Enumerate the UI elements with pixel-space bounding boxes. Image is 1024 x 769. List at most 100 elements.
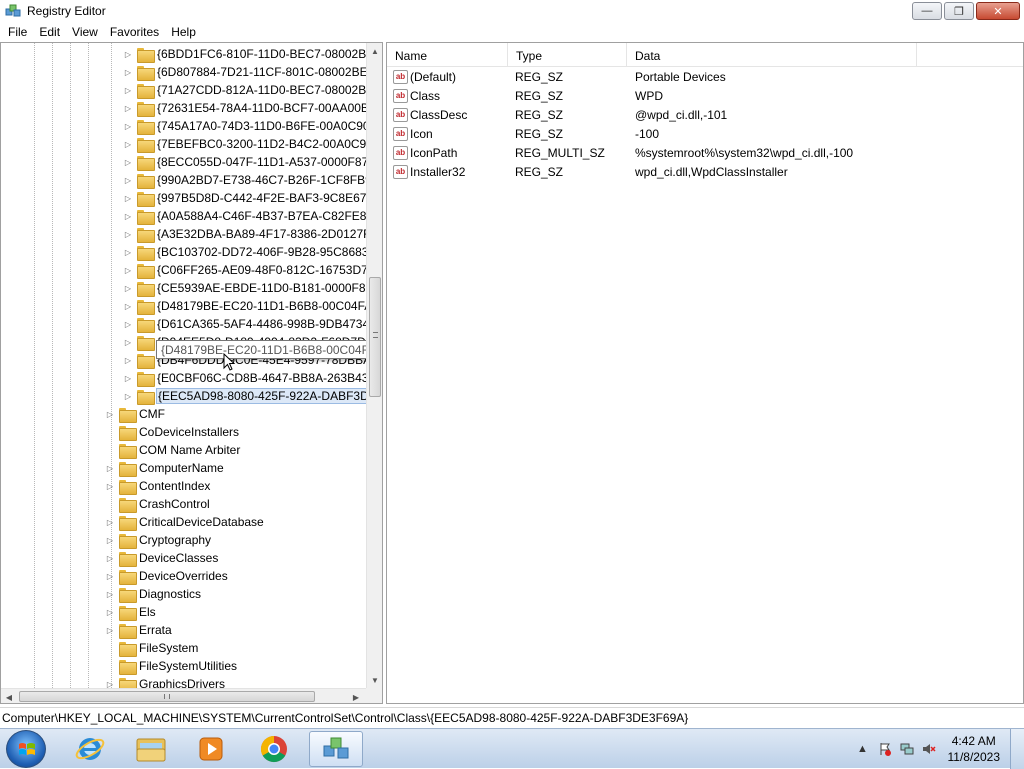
tree-item[interactable]: ▷CriticalDeviceDatabase [105, 513, 265, 531]
tree-item[interactable]: ▷Cryptography [105, 531, 212, 549]
tree-item[interactable]: ▷{BC103702-DD72-406F-9B28-95C868337 [123, 243, 366, 261]
tree-item[interactable]: ▷{A0A588A4-C46F-4B37-B7EA-C82FE898 [123, 207, 366, 225]
column-header-name[interactable]: Name [387, 43, 508, 67]
expand-arrow-icon[interactable]: ▷ [123, 63, 133, 81]
registry-tree-pane[interactable]: ▷{6BDD1FC6-810F-11D0-BEC7-08002BE2▷{6D80… [0, 42, 383, 704]
expand-arrow-icon[interactable]: ▷ [105, 549, 115, 567]
taskbar-media-player[interactable] [184, 731, 238, 767]
expand-arrow-icon[interactable]: ▷ [123, 207, 133, 225]
expand-arrow-icon[interactable]: ▷ [123, 153, 133, 171]
expand-arrow-icon[interactable]: ▷ [105, 603, 115, 621]
tree-item[interactable]: ▷{745A17A0-74D3-11D0-B6FE-00A0C90F [123, 117, 366, 135]
tree-item[interactable]: ▷{6D807884-7D21-11CF-801C-08002BE1( [123, 63, 366, 81]
scroll-left-icon[interactable]: ◀ [1, 689, 17, 704]
tree-item[interactable]: ▷{8ECC055D-047F-11D1-A537-0000F8753 [123, 153, 366, 171]
tree-item[interactable]: ▷Diagnostics [105, 585, 202, 603]
maximize-button[interactable]: ❐ [944, 2, 974, 20]
tree-item[interactable]: ▷DeviceOverrides [105, 567, 229, 585]
tree-vertical-scroll-thumb[interactable] [369, 277, 381, 397]
expand-arrow-icon[interactable]: ▷ [123, 45, 133, 63]
tree-item[interactable]: CrashControl [105, 495, 211, 513]
expand-arrow-icon[interactable]: ▷ [105, 567, 115, 585]
tree-item[interactable]: ▷{990A2BD7-E738-46C7-B26F-1CF8FB9F [123, 171, 366, 189]
expand-arrow-icon[interactable]: ▷ [123, 243, 133, 261]
tree-item[interactable]: ▷CMF [105, 405, 166, 423]
column-header-data[interactable]: Data [627, 43, 917, 67]
expand-arrow-icon[interactable]: ▷ [123, 135, 133, 153]
registry-value-row[interactable]: abIconREG_SZ-100 [387, 125, 1024, 144]
expand-arrow-icon[interactable]: ▷ [123, 225, 133, 243]
tree-item[interactable]: ▷GraphicsDrivers [105, 675, 226, 688]
expand-arrow-icon[interactable]: ▷ [105, 459, 115, 477]
tree-horizontal-scrollbar[interactable]: ◀ ▶ [1, 688, 366, 704]
registry-value-row[interactable]: abClassREG_SZWPD [387, 87, 1024, 106]
expand-arrow-icon[interactable]: ▷ [123, 369, 133, 387]
expand-arrow-icon[interactable]: ▷ [105, 675, 115, 688]
expand-arrow-icon[interactable]: ▷ [105, 531, 115, 549]
tree-item[interactable]: ▷{EEC5AD98-8080-425F-922A-DABF3DE3 [123, 387, 366, 405]
tree-item[interactable]: ▷DeviceClasses [105, 549, 219, 567]
tree-item[interactable]: ▷{71A27CDD-812A-11D0-BEC7-08002BE2 [123, 81, 366, 99]
tree-item[interactable]: ▷ContentIndex [105, 477, 211, 495]
tree-item[interactable]: ▷{CE5939AE-EBDE-11D0-B181-0000F8753 [123, 279, 366, 297]
tree-item[interactable]: ▷Errata [105, 621, 173, 639]
expand-arrow-icon[interactable]: ▷ [123, 387, 133, 405]
tree-item[interactable]: FileSystem [105, 639, 199, 657]
taskbar-windows-explorer[interactable] [124, 731, 178, 767]
tree-vertical-scrollbar[interactable]: ▲ ▼ [366, 43, 382, 688]
close-button[interactable]: ✕ [976, 2, 1020, 20]
taskbar-internet-explorer[interactable] [63, 731, 117, 767]
taskbar-registry-editor[interactable] [309, 731, 363, 767]
column-header-type[interactable]: Type [508, 43, 627, 67]
taskbar-chrome[interactable] [247, 731, 301, 767]
registry-value-row[interactable]: abClassDescREG_SZ@wpd_ci.dll,-101 [387, 106, 1024, 125]
expand-arrow-icon[interactable]: ▷ [123, 81, 133, 99]
tree-item[interactable]: ▷{D48179BE-EC20-11D1-B6B8-00C04FA [123, 297, 366, 315]
volume-icon[interactable] [921, 741, 937, 757]
registry-value-row[interactable]: ab(Default)REG_SZPortable Devices [387, 68, 1024, 87]
values-list-pane[interactable]: Name Type Data ab(Default)REG_SZPortable… [386, 42, 1024, 704]
tree-horizontal-scroll-thumb[interactable] [19, 691, 315, 702]
registry-value-row[interactable]: abInstaller32REG_SZwpd_ci.dll,WpdClassIn… [387, 163, 1024, 182]
expand-arrow-icon[interactable]: ▷ [123, 189, 133, 207]
expand-arrow-icon[interactable]: ▷ [123, 297, 133, 315]
clock[interactable]: 4:42 AM 11/8/2023 [948, 733, 1001, 765]
expand-arrow-icon[interactable]: ▷ [105, 477, 115, 495]
menu-help[interactable]: Help [165, 25, 202, 39]
menu-favorites[interactable]: Favorites [104, 25, 165, 39]
expand-arrow-icon[interactable]: ▷ [105, 621, 115, 639]
expand-arrow-icon[interactable]: ▷ [123, 99, 133, 117]
expand-arrow-icon[interactable]: ▷ [123, 117, 133, 135]
scroll-right-icon[interactable]: ▶ [348, 689, 364, 704]
network-icon[interactable] [899, 741, 915, 757]
menu-edit[interactable]: Edit [33, 25, 66, 39]
tree-item[interactable]: ▷ComputerName [105, 459, 225, 477]
tree-item[interactable]: ▷{D61CA365-5AF4-4486-998B-9DB4734C [123, 315, 366, 333]
expand-arrow-icon[interactable]: ▷ [123, 171, 133, 189]
menu-file[interactable]: File [2, 25, 33, 39]
minimize-button[interactable]: — [912, 2, 942, 20]
tree-item[interactable]: ▷{72631E54-78A4-11D0-BCF7-00AA00B7 [123, 99, 366, 117]
tree-item[interactable]: ▷{C06FF265-AE09-48F0-812C-16753D7CI [123, 261, 366, 279]
expand-arrow-icon[interactable]: ▷ [123, 351, 133, 369]
tree-item[interactable]: ▷{6BDD1FC6-810F-11D0-BEC7-08002BE2 [123, 45, 366, 63]
expand-arrow-icon[interactable]: ▷ [105, 585, 115, 603]
show-desktop-button[interactable] [1010, 729, 1024, 769]
tree-item[interactable]: CoDeviceInstallers [105, 423, 240, 441]
menu-view[interactable]: View [66, 25, 104, 39]
scroll-down-icon[interactable]: ▼ [367, 672, 383, 688]
tree-item[interactable]: FileSystemUtilities [105, 657, 238, 675]
tree-item[interactable]: ▷{E0CBF06C-CD8B-4647-BB8A-263B43F( [123, 369, 366, 387]
expand-arrow-icon[interactable]: ▷ [123, 333, 133, 351]
expand-arrow-icon[interactable]: ▷ [123, 279, 133, 297]
scroll-up-icon[interactable]: ▲ [367, 43, 383, 59]
registry-value-row[interactable]: abIconPathREG_MULTI_SZ%systemroot%\syste… [387, 144, 1024, 163]
tree-item[interactable]: COM Name Arbiter [105, 441, 241, 459]
tree-item[interactable]: ▷{A3E32DBA-BA89-4F17-8386-2D0127FB [123, 225, 366, 243]
tree-item[interactable]: ▷{997B5D8D-C442-4F2E-BAF3-9C8E671E [123, 189, 366, 207]
action-center-icon[interactable] [877, 741, 893, 757]
expand-arrow-icon[interactable]: ▷ [105, 513, 115, 531]
tree-view[interactable]: ▷{6BDD1FC6-810F-11D0-BEC7-08002BE2▷{6D80… [1, 43, 366, 688]
tree-item[interactable]: ▷Els [105, 603, 157, 621]
show-hidden-icons-icon[interactable]: ▲ [855, 741, 871, 757]
